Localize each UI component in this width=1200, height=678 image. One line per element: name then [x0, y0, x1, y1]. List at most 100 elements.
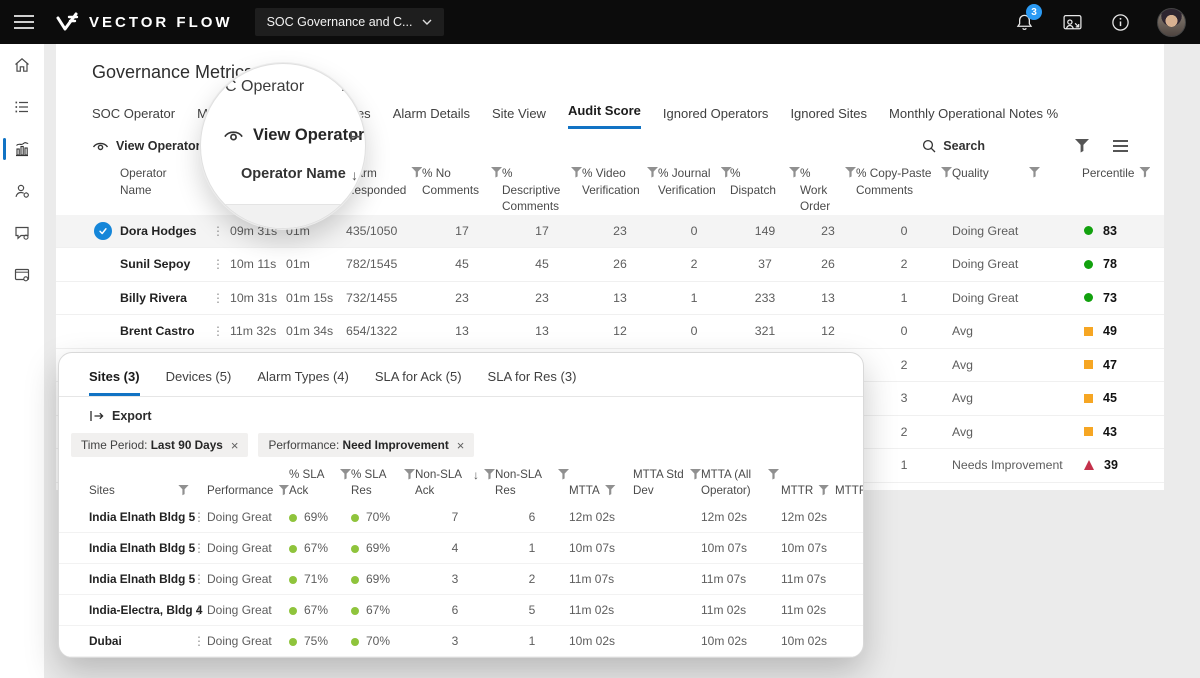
filter-icon[interactable] — [818, 485, 829, 496]
filter-icon[interactable] — [690, 469, 701, 480]
notifications-bell-icon[interactable]: 3 — [1013, 11, 1035, 33]
work-order-value: 13 — [800, 291, 856, 305]
filter-icon[interactable] — [411, 167, 422, 178]
row-menu-icon[interactable]: ⋮ — [212, 324, 230, 338]
user-avatar[interactable] — [1157, 8, 1186, 37]
tab-soc-operator[interactable]: SOC Operator — [92, 106, 175, 129]
site-row[interactable]: India Elnath Bldg 5⋮Doing Great71%69%321… — [59, 564, 863, 595]
filter-icon[interactable] — [647, 167, 658, 178]
tab-alarm-types[interactable]: Alarm Types (4) — [257, 369, 349, 396]
percentile-cell: 45 — [1044, 391, 1144, 405]
row-menu-icon[interactable]: ⋮ — [193, 510, 207, 524]
chip-label: Performance: — [268, 438, 339, 452]
sidebar-item-chat-settings[interactable] — [0, 212, 44, 254]
operator-row[interactable]: Brent Castro⋮11m 32s01m 34s654/132213131… — [56, 315, 1164, 349]
tab-monthly-operational-notes[interactable]: Monthly Operational Notes % — [889, 106, 1058, 129]
sidebar-item-home[interactable] — [0, 44, 44, 86]
filter-icon[interactable] — [178, 485, 189, 496]
copy-paste-value: 1 — [856, 291, 952, 305]
row-menu-icon[interactable]: ⋮ — [212, 257, 230, 271]
filter-icon[interactable] — [491, 167, 502, 178]
percentile-value: 83 — [1103, 224, 1117, 238]
quality-value: Doing Great — [952, 257, 1044, 271]
tab-sla-for-ack[interactable]: SLA for Ack (5) — [375, 369, 462, 396]
mtta-value: 12m 02s — [569, 510, 633, 524]
mttr-value: 10m 07s — [781, 541, 835, 555]
video-verification-value: 12 — [582, 324, 658, 338]
descriptive-comments-value: 13 — [502, 324, 582, 338]
tab-ignored-sites[interactable]: Ignored Sites — [790, 106, 867, 129]
search-button[interactable]: Search — [922, 139, 985, 153]
sidebar-item-app-settings[interactable] — [0, 254, 44, 296]
no-comments-value: 13 — [422, 324, 502, 338]
filter-icon[interactable] — [1139, 167, 1150, 178]
row-menu-icon[interactable]: ⋮ — [193, 541, 207, 555]
filter-icon[interactable] — [404, 469, 415, 480]
chip-remove-icon[interactable]: × — [231, 439, 239, 452]
sidebar-item-analytics[interactable] — [0, 128, 44, 170]
filter-icon[interactable] — [768, 469, 779, 480]
filter-icon[interactable] — [1075, 139, 1089, 153]
mtta-all-operator-value: 12m 02s — [701, 510, 781, 524]
col-sites: Sites — [89, 483, 115, 499]
sla-ack-value: 67% — [289, 603, 351, 617]
col-no-comments: % No Comments — [422, 165, 486, 198]
tab-sla-for-res[interactable]: SLA for Res (3) — [488, 369, 577, 396]
tab-devices[interactable]: Devices (5) — [166, 369, 232, 396]
sla-status-dot — [289, 607, 297, 615]
site-row[interactable]: Dubai⋮Doing Great75%70%3110m 02s10m 02s1… — [59, 626, 863, 657]
percentile-value: 73 — [1103, 291, 1117, 305]
filter-icon[interactable] — [340, 469, 351, 480]
chip-remove-icon[interactable]: × — [457, 439, 465, 452]
divider — [59, 396, 863, 397]
sort-descending-icon[interactable]: ↓ — [473, 467, 479, 483]
sidebar-item-queue[interactable] — [0, 86, 44, 128]
non-sla-res-value: 1 — [495, 634, 569, 648]
view-operator-button[interactable]: View Operator — [92, 139, 201, 153]
row-menu-icon[interactable]: ⋮ — [193, 603, 207, 617]
presenter-feedback-icon[interactable] — [1061, 11, 1083, 33]
site-row[interactable]: India-Electra, Bldg 4⋮Doing Great67%67%6… — [59, 595, 863, 626]
chip-performance[interactable]: Performance: Need Improvement × — [258, 433, 474, 457]
row-menu-icon[interactable]: ⋮ — [193, 634, 207, 648]
row-menu-icon[interactable]: ⋮ — [193, 572, 207, 586]
time-1-value: 10m 11s — [230, 257, 286, 271]
operator-row[interactable]: Billy Rivera⋮10m 31s01m 15s732/145523231… — [56, 282, 1164, 316]
work-order-value: 26 — [800, 257, 856, 271]
sla-status-dot — [351, 607, 359, 615]
filter-icon[interactable] — [845, 167, 856, 178]
operator-row[interactable]: Sunil Sepoy⋮10m 11s01m782/15454545262372… — [56, 248, 1164, 282]
filter-icon[interactable] — [941, 167, 952, 178]
filter-icon[interactable] — [558, 469, 569, 480]
filter-icon[interactable] — [605, 485, 616, 496]
tab-sites[interactable]: Sites (3) — [89, 369, 140, 396]
column-options-icon[interactable] — [1113, 140, 1128, 152]
sidebar-item-user-settings[interactable] — [0, 170, 44, 212]
tab-site-view[interactable]: Site View — [492, 106, 546, 129]
site-row[interactable]: India Elnath Bldg 5⋮Doing Great69%70%761… — [59, 502, 863, 533]
workspace-dropdown[interactable]: SOC Governance and C... — [255, 8, 445, 36]
chip-label: Time Period: — [81, 438, 147, 452]
tab-audit-score[interactable]: Audit Score — [568, 103, 641, 129]
tab-ignored-operators[interactable]: Ignored Operators — [663, 106, 769, 129]
filter-icon[interactable] — [1029, 167, 1040, 178]
col-journal-verification: % Journal Verification — [658, 165, 716, 198]
sla-status-dot — [289, 576, 297, 584]
copy-paste-value: 2 — [856, 257, 952, 271]
time-2-value: 01m 34s — [286, 324, 346, 338]
hamburger-menu-icon[interactable] — [14, 15, 34, 29]
chip-time-period[interactable]: Time Period: Last 90 Days × — [71, 433, 248, 457]
sla-status-dot — [289, 545, 297, 553]
site-row[interactable]: India Elnath Bldg 5⋮Doing Great67%69%411… — [59, 533, 863, 564]
info-icon[interactable] — [1109, 11, 1131, 33]
filter-icon[interactable] — [484, 469, 495, 480]
sla-status-dot — [351, 576, 359, 584]
export-button[interactable]: Export — [89, 409, 863, 423]
chevron-down-icon — [422, 19, 432, 25]
video-verification-value: 23 — [582, 224, 658, 238]
tab-alarm-details[interactable]: Alarm Details — [393, 106, 470, 129]
filter-icon[interactable] — [278, 485, 289, 496]
filter-icon[interactable] — [789, 167, 800, 178]
filter-icon[interactable] — [571, 167, 582, 178]
row-menu-icon[interactable]: ⋮ — [212, 291, 230, 305]
